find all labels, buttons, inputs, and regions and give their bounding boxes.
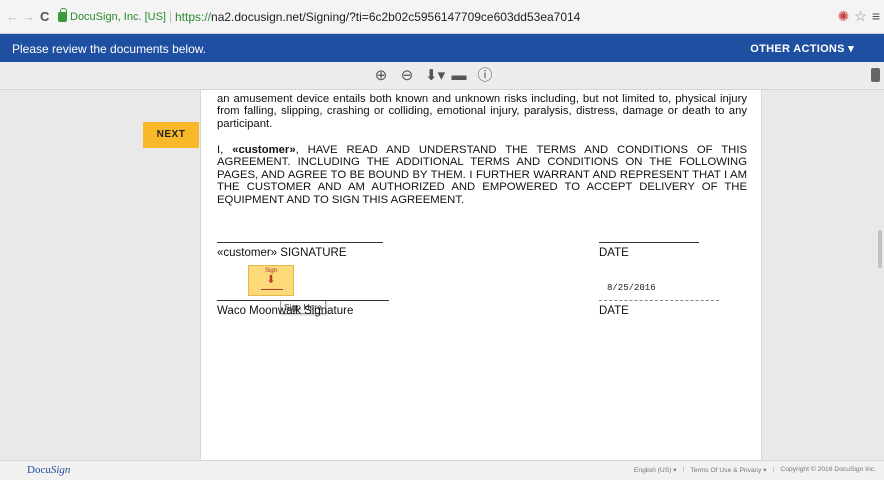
company-signature-label: Waco Moonwalk Signature <box>217 305 354 317</box>
browser-toolbar: ← → C DocuSign, Inc. [US] https:// na2.d… <box>0 0 884 34</box>
next-button[interactable]: NEXT <box>143 122 199 148</box>
document-viewer: NEXT an amusement device entails both kn… <box>0 90 884 460</box>
url-scheme: https:// <box>175 10 212 24</box>
star-icon[interactable]: ☆ <box>854 8 867 25</box>
terms-link[interactable]: Terms Of Use & Privacy ▾ <box>690 466 766 474</box>
signing-header: Please review the documents below. OTHER… <box>0 34 884 62</box>
side-panel-icon[interactable] <box>871 68 880 82</box>
document-toolbar: ⊕ ⊖ ⬇▾ ▬ ⓘ <box>0 62 884 90</box>
zoom-in-icon[interactable]: ⊕ <box>373 67 389 85</box>
url-path: na2.docusign.net/Signing/?ti=6c2b02c5956… <box>211 10 581 24</box>
forward-icon[interactable]: → <box>22 9 35 25</box>
print-icon[interactable]: ▬ <box>451 67 467 85</box>
date-label-2: DATE <box>599 305 629 317</box>
lock-icon <box>58 8 67 22</box>
address-bar[interactable]: DocuSign, Inc. [US] https:// na2.docusig… <box>58 8 580 26</box>
menu-icon[interactable]: ≡ <box>872 8 880 25</box>
company-signature-line <box>217 300 389 301</box>
sign-here-tab[interactable]: Sign ⬇ <box>248 265 294 296</box>
other-actions-menu[interactable]: OTHER ACTIONS ▾ <box>750 42 854 55</box>
date-label-1: DATE <box>599 247 629 259</box>
copyright-text: Copyright © 2016 DocuSign Inc. <box>780 466 876 473</box>
docusign-logo: DocuSign <box>27 464 71 476</box>
help-icon[interactable]: ⓘ <box>477 67 493 85</box>
back-icon[interactable]: ← <box>6 9 19 25</box>
customer-field: «customer» <box>232 144 296 156</box>
document-page: an amusement device entails both known a… <box>200 90 762 460</box>
date-signed-value: 8/25/2016 <box>607 283 656 293</box>
customer-signature-label: «customer» SIGNATURE <box>217 247 347 259</box>
language-selector[interactable]: English (US) ▾ <box>634 466 677 474</box>
arrow-down-icon: ⬇ <box>266 274 276 286</box>
reload-icon[interactable]: C <box>40 9 49 25</box>
date-signed-line <box>599 300 719 301</box>
scrollbar-thumb[interactable] <box>878 230 882 268</box>
footer: DocuSign English (US) ▾ | Terms Of Use &… <box>0 460 884 480</box>
ev-certificate-name[interactable]: DocuSign, Inc. [US] <box>70 11 171 23</box>
zoom-out-icon[interactable]: ⊖ <box>399 67 415 85</box>
acknowledgement-paragraph: I, «customer», HAVE READ AND UNDERSTAND … <box>217 144 747 206</box>
review-message: Please review the documents below. <box>12 42 207 56</box>
customer-signature-line <box>217 242 383 243</box>
extension-icon[interactable]: ✺ <box>838 8 850 25</box>
date-line-1 <box>599 242 699 243</box>
risk-paragraph: an amusement device entails both known a… <box>217 93 747 130</box>
download-icon[interactable]: ⬇▾ <box>425 67 445 85</box>
